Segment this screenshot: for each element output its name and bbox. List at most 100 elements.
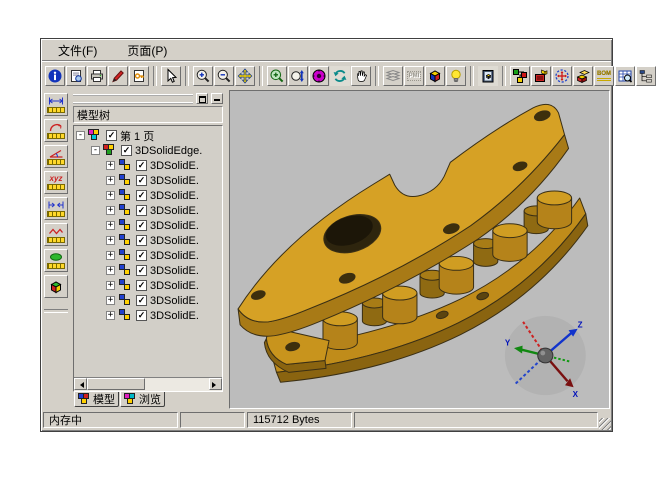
bom-button[interactable]: BOM	[594, 66, 614, 86]
info-button[interactable]	[45, 66, 65, 86]
visibility-checkbox[interactable]: ✓	[136, 160, 147, 171]
zoom-in-icon	[195, 68, 211, 84]
tree-row[interactable]: +✓3DSolidE.	[76, 278, 222, 293]
expand-icon[interactable]: +	[106, 176, 115, 185]
model-tab-icon	[78, 393, 91, 405]
ruler-icon	[47, 133, 65, 139]
visibility-checkbox[interactable]: ✓	[106, 130, 117, 141]
tree-row[interactable]: +✓3DSolidE.	[76, 248, 222, 263]
model-monitor-button[interactable]	[531, 66, 551, 86]
scroll-left-button[interactable]	[74, 378, 87, 390]
expand-icon[interactable]: +	[106, 281, 115, 290]
measure-area-button[interactable]	[44, 249, 68, 272]
light-button[interactable]	[446, 66, 466, 86]
expand-icon[interactable]: +	[106, 296, 115, 305]
tree-row-assembly[interactable]: - ✓ 3DSolidEdge.	[76, 143, 222, 158]
tree-row[interactable]: +✓3DSolidE.	[76, 233, 222, 248]
expand-icon[interactable]: +	[106, 236, 115, 245]
rotate-axis-button[interactable]	[552, 66, 572, 86]
measure-coordinate-button[interactable]: xyz	[44, 171, 68, 194]
pan-move-button[interactable]	[235, 66, 255, 86]
pmi-button[interactable]: PMI	[404, 66, 424, 86]
zoom-out-button[interactable]	[214, 66, 234, 86]
expand-icon[interactable]: +	[106, 266, 115, 275]
tab-model[interactable]: 模型	[74, 392, 119, 407]
tree-item-label: 3DSolidE.	[150, 160, 199, 172]
measure-angle-icon	[48, 148, 64, 158]
table-search-button[interactable]	[615, 66, 635, 86]
layers-button[interactable]	[383, 66, 403, 86]
print-preview-button[interactable]	[66, 66, 86, 86]
menu-file[interactable]: 文件(F)	[54, 41, 101, 60]
visibility-checkbox[interactable]: ✓	[136, 175, 147, 186]
visibility-checkbox[interactable]: ✓	[136, 265, 147, 276]
scroll-right-button[interactable]	[209, 378, 222, 390]
measure-radius-button[interactable]	[44, 119, 68, 142]
resize-grip[interactable]	[599, 418, 611, 430]
view-3d-button[interactable]	[425, 66, 445, 86]
tree-row[interactable]: +✓3DSolidE.	[76, 308, 222, 323]
panel-maximize-button[interactable]	[196, 93, 208, 104]
visibility-checkbox[interactable]: ✓	[136, 250, 147, 261]
tree-row[interactable]: +✓3DSolidE.	[76, 218, 222, 233]
assembly-tree-button[interactable]	[510, 66, 530, 86]
tree-row[interactable]: +✓3DSolidE.	[76, 263, 222, 278]
zoom-window-button[interactable]	[267, 66, 287, 86]
collapse-icon[interactable]: -	[76, 131, 85, 140]
visibility-checkbox[interactable]: ✓	[136, 205, 147, 216]
tree-row[interactable]: + ✓3DSolidE.	[76, 203, 222, 218]
orientation-trackball[interactable]: Z X Y	[505, 316, 586, 399]
tree-row[interactable]: + ✓3DSolidE.	[76, 158, 222, 173]
visibility-checkbox[interactable]: ✓	[121, 145, 132, 156]
key-icon	[131, 68, 147, 84]
tree-row[interactable]: +✓3DSolidE.	[76, 173, 222, 188]
pan-hand-button[interactable]	[351, 66, 371, 86]
structure-list-button[interactable]	[636, 66, 656, 86]
expand-icon[interactable]: +	[106, 251, 115, 260]
visibility-checkbox[interactable]: ✓	[136, 295, 147, 306]
visibility-checkbox[interactable]: ✓	[136, 220, 147, 231]
measure-length-button[interactable]	[44, 93, 68, 116]
zoom-in-button[interactable]	[193, 66, 213, 86]
zoom-dynamic-button[interactable]	[288, 66, 308, 86]
panel-minimize-button[interactable]	[211, 93, 223, 104]
tree-item-label: 3DSolidE.	[150, 205, 199, 217]
tree-row[interactable]: +✓3DSolidE.	[76, 188, 222, 203]
scrollbar-track[interactable]	[145, 378, 209, 391]
measure-angle-button[interactable]	[44, 145, 68, 168]
expand-icon[interactable]: +	[106, 191, 115, 200]
expand-icon[interactable]: +	[106, 206, 115, 215]
tab-browse[interactable]: 浏览	[120, 392, 165, 407]
status-cell	[354, 412, 598, 428]
main-area: xyz 模型树 - ✓ 第 1 页	[41, 90, 612, 409]
measure-volume-button[interactable]	[44, 275, 68, 298]
viewport-3d[interactable]: Z X Y	[229, 90, 610, 409]
refresh-rotate-button[interactable]	[330, 66, 350, 86]
info-icon	[47, 68, 63, 84]
collapse-icon[interactable]: -	[91, 146, 100, 155]
expand-icon[interactable]: +	[106, 221, 115, 230]
visibility-checkbox[interactable]: ✓	[136, 235, 147, 246]
expand-icon[interactable]: +	[106, 161, 115, 170]
status-memory: 内存中	[43, 412, 178, 428]
notebook-view-button[interactable]	[478, 66, 498, 86]
expand-icon[interactable]: +	[106, 311, 115, 320]
tree-row[interactable]: +✓3DSolidE.	[76, 293, 222, 308]
print-button[interactable]	[87, 66, 107, 86]
select-cursor-button[interactable]	[161, 66, 181, 86]
visibility-checkbox[interactable]: ✓	[136, 190, 147, 201]
rotate-center-button[interactable]	[309, 66, 329, 86]
measure-distance-button[interactable]	[44, 197, 68, 220]
tree-horizontal-scrollbar[interactable]	[74, 377, 222, 391]
visibility-checkbox[interactable]: ✓	[136, 310, 147, 321]
panel-gripper[interactable]	[73, 94, 193, 104]
measure-curve-button[interactable]	[44, 223, 68, 246]
scrollbar-thumb[interactable]	[87, 378, 145, 390]
notebook-icon	[480, 68, 496, 84]
permission-key-button[interactable]	[129, 66, 149, 86]
menu-page[interactable]: 页面(P)	[123, 41, 171, 60]
explode-view-button[interactable]	[573, 66, 593, 86]
tree-row-page[interactable]: - ✓ 第 1 页	[76, 128, 222, 143]
markup-pen-button[interactable]	[108, 66, 128, 86]
visibility-checkbox[interactable]: ✓	[136, 280, 147, 291]
